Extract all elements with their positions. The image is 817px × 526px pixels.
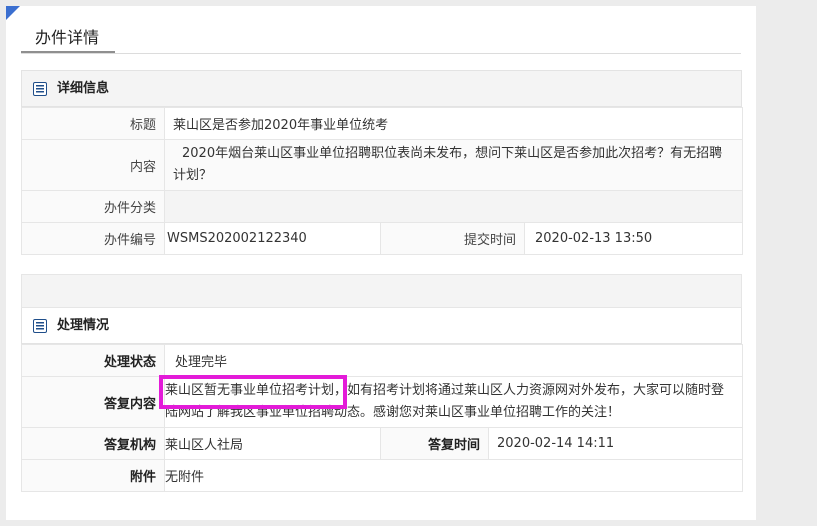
status-value: 处理完毕 [164,344,743,377]
table-row: 答复内容 莱山区暂无事业单位招考计划，如有招考计划将通过莱山区人力资源网对外发布… [21,376,743,428]
spacer-band [21,274,742,308]
corner-accent [6,6,20,20]
right-gutter [760,0,817,526]
submit-time-value: 2020-02-13 13:50 [523,222,744,255]
table-row: 答复机构 莱山区人社局 答复时间 2020-02-14 14:11 [21,427,743,460]
processing-table: 处理状态 处理完毕 答复内容 莱山区暂无事业单位招考计划，如有招考计划将通过莱山… [21,344,743,492]
reply-time-label: 答复时间 [380,427,489,460]
submit-time-label: 提交时间 [380,222,525,255]
reply-time-value: 2020-02-14 14:11 [488,427,743,460]
category-value [163,190,744,223]
detail-table: 标题 莱山区是否参加2020年事业单位统考 内容 2020年烟台莱山区事业单位招… [21,107,744,255]
table-row: 标题 莱山区是否参加2020年事业单位统考 [21,107,744,140]
title-value: 莱山区是否参加2020年事业单位统考 [163,107,744,140]
detail-section-title: 详细信息 [57,81,110,96]
page-title: 办件详情 [21,25,115,53]
table-row: 办件编号 WSMS202002122340 提交时间 2020-02-13 13… [21,222,744,255]
attachment-value: 无附件 [164,459,743,492]
detail-card: 办件详情 详细信息 标题 莱山区是否参加2020年事业单位统考 内容 2020年… [6,6,756,520]
org-label: 答复机构 [21,427,165,460]
content-label: 内容 [21,139,165,191]
title-label: 标题 [21,107,165,140]
status-label: 处理状态 [21,344,165,377]
number-label: 办件编号 [21,222,165,255]
org-value: 莱山区人社局 [164,427,381,460]
processing-section-header: 处理情况 [21,308,742,344]
number-value: WSMS202002122340 [164,222,381,255]
table-row: 附件 无附件 [21,459,743,492]
category-label: 办件分类 [21,190,165,223]
table-row: 内容 2020年烟台莱山区事业单位招聘职位表尚未发布，想问下莱山区是否参加此次招… [21,139,744,191]
title-divider [21,53,741,54]
table-row: 办件分类 [21,190,744,223]
reply-value: 莱山区暂无事业单位招考计划，如有招考计划将通过莱山区人力资源网对外发布，大家可以… [164,376,743,428]
detail-section-header: 详细信息 [21,70,742,107]
reply-label: 答复内容 [21,376,165,428]
list-icon [33,82,47,96]
processing-section-title: 处理情况 [57,318,110,333]
list-icon [33,319,47,333]
attachment-label: 附件 [21,459,165,492]
table-row: 处理状态 处理完毕 [21,344,743,377]
content-value: 2020年烟台莱山区事业单位招聘职位表尚未发布，想问下莱山区是否参加此次招考？有… [163,139,744,191]
